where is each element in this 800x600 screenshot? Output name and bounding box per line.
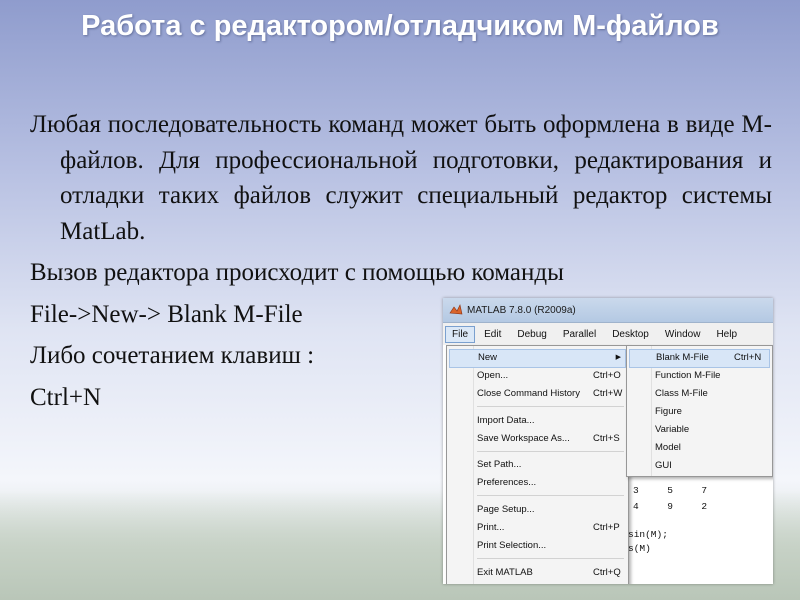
matrix-row-1: 3 5 7 [633, 485, 708, 496]
file-menu-dropdown: New ▶ Open... Ctrl+O Close Command Histo… [446, 345, 629, 584]
menu-window[interactable]: Window [658, 326, 708, 343]
file-menu-page-setup-label: Page Setup... [477, 504, 535, 515]
submenu-figure[interactable]: Figure [655, 403, 768, 420]
submenu-gui-label: GUI [655, 460, 672, 471]
file-menu-page-setup[interactable]: Page Setup... [477, 501, 624, 518]
file-menu-preferences-label: Preferences... [477, 477, 537, 488]
file-menu-new[interactable]: New ▶ [449, 349, 626, 368]
file-menu-open-label: Open... [477, 370, 509, 381]
menu-gutter [473, 346, 474, 584]
submenu-gui[interactable]: GUI [655, 457, 768, 474]
menu-desktop[interactable]: Desktop [605, 326, 656, 343]
submenu-blank-mfile-label: Blank M-File [656, 352, 709, 363]
code-line-s: s(M) [628, 543, 651, 554]
file-menu-exit-shortcut: Ctrl+Q [593, 567, 621, 578]
submenu-function-mfile[interactable]: Function M-File [655, 367, 768, 384]
file-menu-save-workspace-label: Save Workspace As... [477, 433, 570, 444]
submenu-model[interactable]: Model [655, 439, 768, 456]
file-menu-close-history-label: Close Command History [477, 388, 580, 399]
file-menu-open[interactable]: Open... Ctrl+O [477, 367, 624, 384]
file-menu-print[interactable]: Print... Ctrl+P [477, 519, 624, 536]
file-menu-import-data-label: Import Data... [477, 415, 535, 426]
file-menu-print-selection-label: Print Selection... [477, 540, 547, 551]
slide-title: Работа с редактором/отладчиком М-файлов [81, 10, 719, 42]
submenu-blank-mfile-shortcut: Ctrl+N [734, 352, 762, 363]
file-menu-print-shortcut: Ctrl+P [593, 522, 620, 533]
file-menu-set-path[interactable]: Set Path... [477, 456, 624, 473]
matlab-menubar: File Edit Debug Parallel Desktop Window … [443, 323, 773, 346]
submenu-variable-label: Variable [655, 424, 690, 435]
menu-edit[interactable]: Edit [477, 326, 508, 343]
file-menu-save-workspace[interactable]: Save Workspace As... Ctrl+S [477, 430, 624, 447]
matlab-window-screenshot: MATLAB 7.8.0 (R2009a) File Edit Debug Pa… [443, 298, 773, 584]
submenu-variable[interactable]: Variable [655, 421, 768, 438]
file-menu-preferences[interactable]: Preferences... [477, 474, 624, 491]
submenu-arrow-icon: ▶ [615, 354, 621, 361]
submenu-model-label: Model [655, 442, 681, 453]
submenu-class-mfile-label: Class M-File [655, 388, 708, 399]
menu-separator [477, 495, 624, 496]
menu-separator [477, 558, 624, 559]
file-menu-close-history[interactable]: Close Command History Ctrl+W [477, 385, 624, 402]
editor-call-text: Вызов редактора происходит с помощью ком… [30, 259, 564, 286]
submenu-blank-mfile[interactable]: Blank M-File Ctrl+N [629, 349, 770, 368]
matlab-titlebar: MATLAB 7.8.0 (R2009a) [443, 298, 773, 323]
matlab-window-title: MATLAB 7.8.0 (R2009a) [467, 304, 576, 316]
submenu-class-mfile[interactable]: Class M-File [655, 385, 768, 402]
menu-debug[interactable]: Debug [510, 326, 553, 343]
submenu-figure-label: Figure [655, 406, 682, 417]
file-menu-save-workspace-shortcut: Ctrl+S [593, 433, 620, 444]
file-menu-set-path-label: Set Path... [477, 459, 522, 470]
file-menu-new-label: New [478, 352, 498, 363]
submenu-function-mfile-label: Function M-File [655, 370, 721, 381]
new-submenu: Blank M-File Ctrl+N Function M-File Clas… [626, 345, 773, 477]
file-menu-close-history-shortcut: Ctrl+W [593, 388, 623, 399]
code-line-sin: sin(M); [628, 529, 668, 540]
file-menu-open-shortcut: Ctrl+O [593, 370, 621, 381]
file-menu-print-label: Print... [477, 522, 505, 533]
menu-separator [477, 406, 624, 407]
menu-separator [477, 451, 624, 452]
file-menu-print-selection[interactable]: Print Selection... [477, 537, 624, 554]
matrix-row-2: 4 9 2 [633, 501, 708, 512]
file-menu-exit-label: Exit MATLAB [477, 567, 533, 578]
menu-help[interactable]: Help [709, 326, 744, 343]
menu-parallel[interactable]: Parallel [556, 326, 603, 343]
matlab-logo-icon [449, 304, 463, 315]
menu-file[interactable]: File [445, 325, 476, 343]
file-menu-import-data[interactable]: Import Data... [477, 412, 624, 429]
paragraph-intro: Любая последовательность команд может бы… [30, 111, 772, 245]
file-menu-exit[interactable]: Exit MATLAB Ctrl+Q [477, 564, 624, 581]
